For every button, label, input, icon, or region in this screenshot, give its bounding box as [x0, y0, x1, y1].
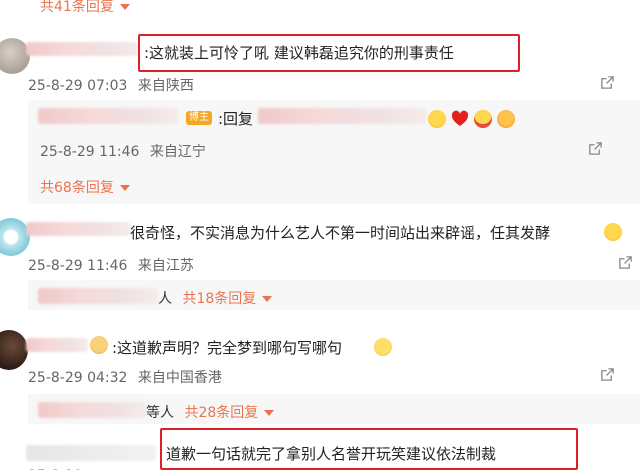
username-blurred[interactable]: [26, 222, 130, 236]
location: 来自中国香港: [137, 370, 222, 386]
reply-summary-tail: 人: [158, 291, 172, 307]
location: 来自江苏: [137, 258, 194, 274]
comment-text: 道歉一句话就完了拿别人名誉开玩笑建议依法制裁: [166, 445, 497, 463]
username-blurred[interactable]: [38, 108, 178, 124]
hug-emoji-icon: [428, 109, 446, 128]
chevron-down-icon: [264, 410, 275, 416]
reply-count-label: 共28条回复: [184, 405, 259, 421]
comment-meta: 25-8-29 04:32 来自中国香港: [28, 367, 222, 387]
reply-count-label: 共41条回复: [40, 0, 114, 15]
chevron-down-icon: [119, 185, 130, 191]
timestamp: 25-8-29 07:03: [28, 78, 128, 94]
timestamp: 25-8-29 04:32: [28, 370, 128, 386]
comment-text: :这就装上可怜了吼 建议韩磊追究你的刑事责任: [144, 44, 454, 62]
blurred-names: [38, 402, 146, 418]
cry-emoji-icon: [474, 109, 493, 128]
share-icon[interactable]: [600, 75, 615, 90]
avatar[interactable]: [0, 330, 28, 370]
location: 来自辽宁: [149, 144, 206, 160]
chevron-down-icon: [262, 296, 273, 302]
location: 来自陕西: [137, 78, 194, 94]
timestamp: 25-8-29 11:46: [28, 258, 128, 274]
username-blurred[interactable]: [26, 338, 88, 352]
laugh-emoji-icon: [497, 109, 516, 128]
reply-count-link[interactable]: 共41条回复: [40, 0, 130, 16]
chevron-down-icon: [119, 4, 130, 10]
share-icon[interactable]: [588, 141, 603, 156]
sub-reply-text: :回复: [218, 110, 254, 128]
emoji-row: [428, 108, 516, 128]
red-heart-icon: [452, 110, 469, 126]
reply-count-label: 共18条回复: [182, 291, 257, 307]
reply-count-link[interactable]: 共68条回复: [40, 177, 130, 197]
comment-meta: 25-8-29 11:46 来自江苏: [28, 255, 194, 275]
blurred-names: [38, 288, 158, 304]
smile-emoji-icon: [374, 338, 392, 356]
share-icon[interactable]: [600, 367, 615, 382]
comment-text: :这道歉声明？完全梦到哪句写哪句: [112, 339, 343, 357]
laugh-emoji-icon: [604, 223, 622, 241]
sub-reply-meta: 25-8-29 11:46 来自辽宁: [40, 141, 206, 161]
blurred-text: [258, 108, 426, 124]
share-icon[interactable]: [618, 255, 633, 270]
comment-meta: 25-8-29 07:03 来自陕西: [28, 75, 194, 95]
reply-summary[interactable]: 人 共18条回复: [158, 288, 273, 308]
blogger-badge: 博主: [186, 111, 212, 125]
reply-summary[interactable]: 等人 共28条回复: [146, 402, 275, 422]
username-blurred[interactable]: [26, 42, 138, 56]
user-badge-icon: [90, 336, 108, 354]
username-blurred[interactable]: [26, 445, 156, 461]
reply-summary-tail: 等人: [146, 405, 174, 421]
timestamp: 25-8-29 11:46: [40, 144, 140, 160]
comment-text: 很奇怪，不实消息为什么艺人不第一时间站出来辟谣，任其发酵: [130, 224, 551, 242]
reply-count-label: 共68条回复: [40, 180, 114, 196]
